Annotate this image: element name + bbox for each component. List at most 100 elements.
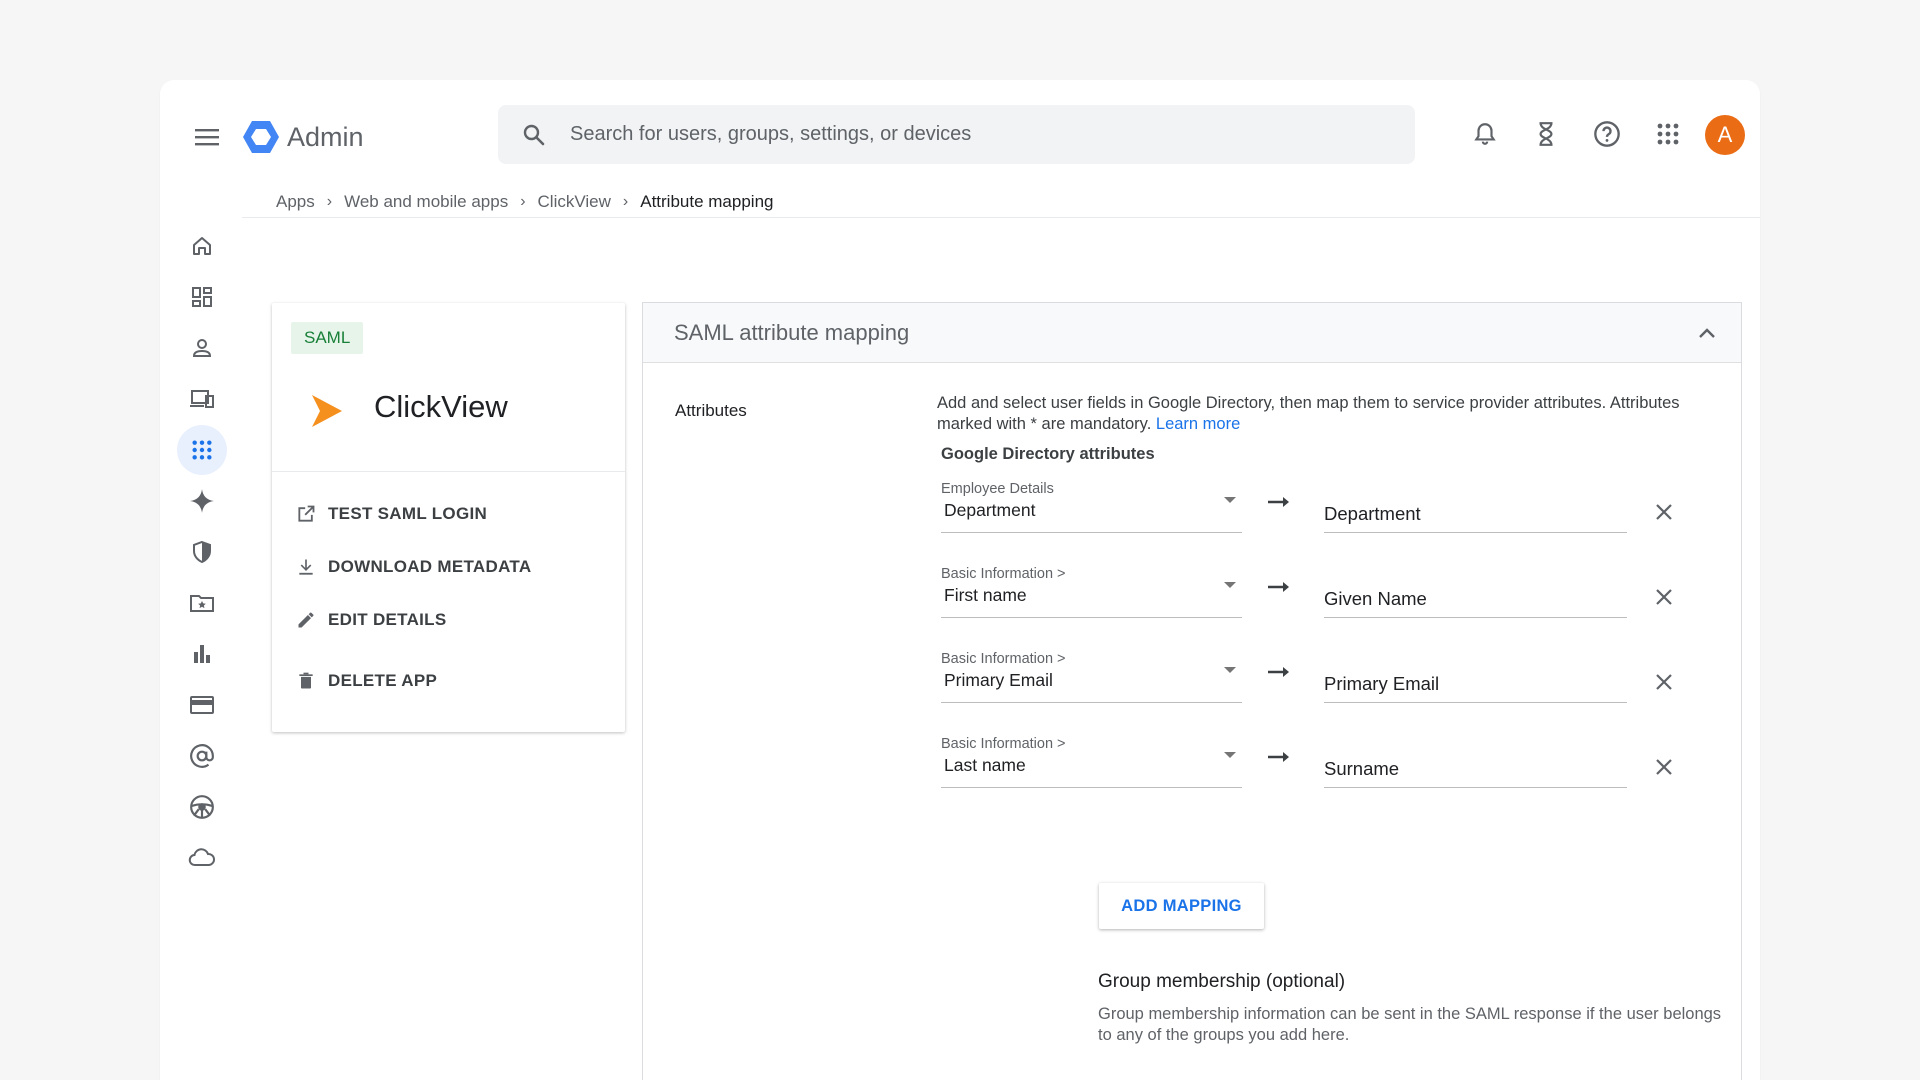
clickview-logo <box>306 391 346 436</box>
close-icon <box>1656 759 1672 775</box>
main-menu-button[interactable] <box>190 120 224 154</box>
breadcrumb-divider <box>242 217 1760 218</box>
apps-grid-icon <box>1657 123 1679 145</box>
chevron-right-icon: › <box>622 193 629 210</box>
account-avatar[interactable]: A <box>1705 115 1745 155</box>
nav-devices[interactable] <box>176 373 228 424</box>
hourglass-icon <box>1539 122 1553 146</box>
app-summary-card: SAML ClickView TEST SAML LOGIN DOWNLOAD … <box>272 303 625 732</box>
left-nav <box>176 220 228 883</box>
breadcrumb: Apps › Web and mobile apps › ClickView ›… <box>276 185 773 219</box>
dropdown-caret-icon <box>1224 752 1236 758</box>
sp-attribute-value: Surname <box>1324 758 1400 779</box>
mapping-row: Basic Information > Primary Email Primar… <box>941 651 1681 711</box>
search-input[interactable] <box>570 123 1370 146</box>
attribute-field: Last name <box>944 755 1026 775</box>
nav-dashboard[interactable] <box>176 271 228 322</box>
panel-header[interactable]: SAML attribute mapping <box>643 303 1741 363</box>
nav-home[interactable] <box>176 220 228 271</box>
cloud-icon <box>188 847 215 866</box>
test-saml-login-label: TEST SAML LOGIN <box>328 504 488 523</box>
trash-icon <box>299 672 313 689</box>
remove-mapping-button[interactable] <box>1653 756 1675 778</box>
nav-apps[interactable] <box>176 424 228 475</box>
nav-users[interactable] <box>176 322 228 373</box>
delete-app-label: DELETE APP <box>328 671 438 690</box>
breadcrumb-web-mobile-apps[interactable]: Web and mobile apps <box>344 192 508 212</box>
nav-data[interactable] <box>176 577 228 628</box>
dropdown-caret-icon <box>1224 497 1236 503</box>
nav-billing[interactable] <box>176 679 228 730</box>
hamburger-icon <box>195 129 219 146</box>
nav-storage[interactable] <box>176 832 228 883</box>
saml-chip: SAML <box>291 322 364 354</box>
description-text: Add and select user fields in Google Dir… <box>937 394 1680 433</box>
attribute-category: Basic Information > <box>941 651 1066 667</box>
chevron-right-icon: › <box>520 193 526 210</box>
sp-attribute-value: Department <box>1324 503 1421 524</box>
test-saml-login-button[interactable]: TEST SAML LOGIN <box>296 499 487 529</box>
attributes-label: Attributes <box>675 401 747 420</box>
nav-generative-ai[interactable] <box>176 475 228 526</box>
search-bar[interactable] <box>498 105 1415 164</box>
admin-window: Admin A Apps › Web and mobile apps › Cli… <box>160 80 1760 1080</box>
sp-attribute-input[interactable]: Given Name <box>1324 580 1627 618</box>
app-title: Admin <box>287 121 364 152</box>
directory-attribute-select[interactable]: Basic Information > Primary Email <box>941 651 1242 703</box>
apps-launcher-button[interactable] <box>1648 114 1688 154</box>
remove-mapping-button[interactable] <box>1653 671 1675 693</box>
download-icon <box>299 559 313 575</box>
breadcrumb-clickview[interactable]: ClickView <box>538 192 611 212</box>
panel-title: SAML attribute mapping <box>674 319 910 345</box>
edit-details-label: EDIT DETAILS <box>328 610 447 629</box>
close-icon <box>1656 589 1672 605</box>
delete-app-button[interactable]: DELETE APP <box>296 666 437 696</box>
sp-attribute-value: Primary Email <box>1324 673 1440 694</box>
google-admin-hexagon-icon <box>243 121 279 153</box>
mapping-row: Basic Information > Last name Surname <box>941 736 1681 796</box>
tasks-button[interactable] <box>1526 114 1566 154</box>
dropdown-caret-icon <box>1224 667 1236 673</box>
sp-attribute-input[interactable]: Surname <box>1324 750 1627 788</box>
attribute-category: Employee Details <box>941 481 1054 497</box>
group-membership-title: Group membership (optional) <box>1098 971 1346 992</box>
learn-more-link[interactable]: Learn more <box>1156 415 1240 433</box>
directory-attribute-select[interactable]: Employee Details Department <box>941 481 1242 533</box>
folder-star-icon <box>190 594 214 612</box>
attribute-field: First name <box>944 585 1027 605</box>
breadcrumb-apps[interactable]: Apps <box>276 192 315 212</box>
bell-icon <box>1474 123 1496 145</box>
download-metadata-label: DOWNLOAD METADATA <box>328 557 532 576</box>
arrow-right-icon <box>1268 582 1289 592</box>
billing-card-icon <box>190 695 214 714</box>
remove-mapping-button[interactable] <box>1653 501 1675 523</box>
person-icon <box>192 338 212 357</box>
sp-attribute-input[interactable]: Primary Email <box>1324 665 1627 703</box>
attribute-field: Department <box>944 500 1036 520</box>
nav-reporting[interactable] <box>176 628 228 679</box>
close-icon <box>1656 504 1672 520</box>
collapse-button[interactable] <box>1695 321 1719 345</box>
remove-mapping-button[interactable] <box>1653 586 1675 608</box>
directory-attribute-select[interactable]: Basic Information > First name <box>941 566 1242 618</box>
help-button[interactable] <box>1587 114 1627 154</box>
download-metadata-button[interactable]: DOWNLOAD METADATA <box>296 552 531 582</box>
arrow-right-icon <box>1268 752 1289 762</box>
bar-chart-icon <box>194 644 210 663</box>
at-sign-icon <box>190 743 214 768</box>
open-in-new-icon <box>298 505 315 522</box>
directory-attribute-select[interactable]: Basic Information > Last name <box>941 736 1242 788</box>
devices-icon <box>190 389 214 408</box>
edit-details-button[interactable]: EDIT DETAILS <box>296 605 447 635</box>
steering-wheel-icon <box>190 794 214 819</box>
nav-security[interactable] <box>176 526 228 577</box>
help-icon <box>1594 121 1620 147</box>
shield-icon <box>193 540 211 563</box>
nav-rules[interactable] <box>176 781 228 832</box>
sp-attribute-input[interactable]: Department <box>1324 495 1627 533</box>
add-mapping-button[interactable]: ADD MAPPING <box>1099 883 1264 929</box>
admin-logo[interactable]: Admin <box>242 118 364 156</box>
nav-account[interactable] <box>176 730 228 781</box>
notifications-button[interactable] <box>1465 114 1505 154</box>
home-icon <box>193 236 211 255</box>
